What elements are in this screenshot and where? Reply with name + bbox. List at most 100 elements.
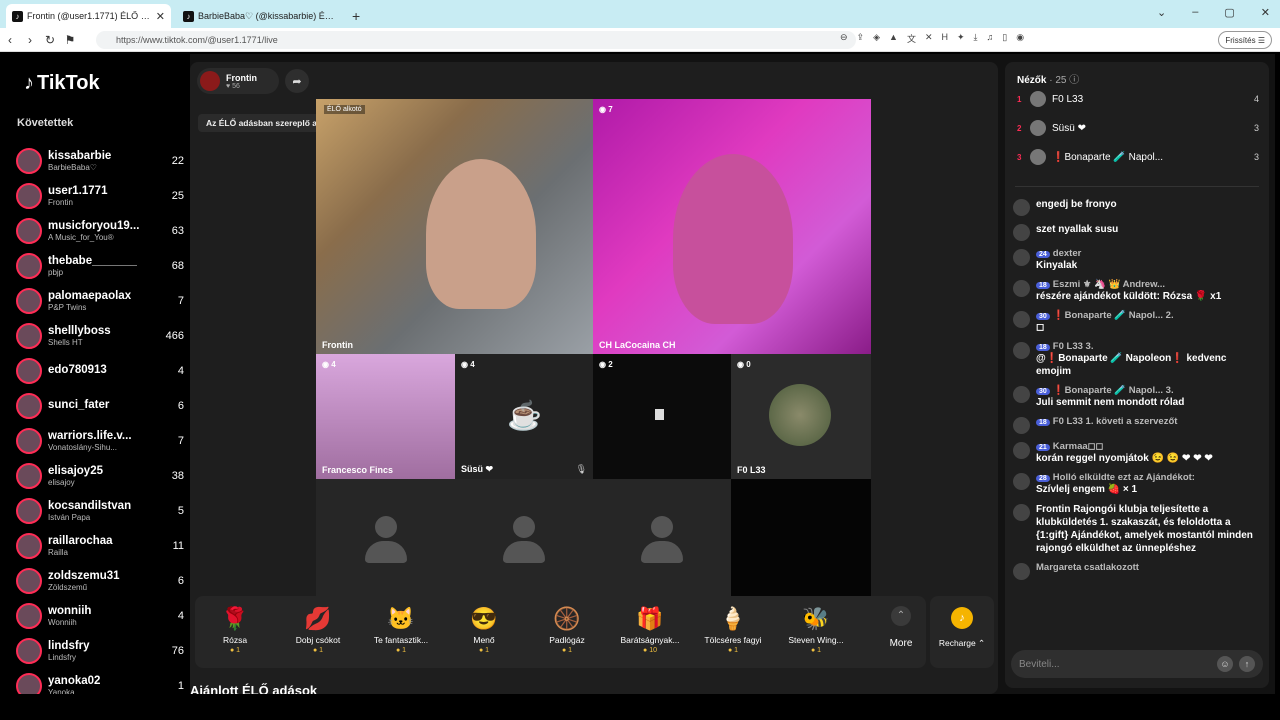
url-field[interactable]: https://www.tiktok.com/@user1.1771/live — [96, 31, 856, 49]
empty-seat[interactable] — [593, 479, 731, 601]
guest-cell-lacocaina[interactable]: ◉ 7 CH LaCocaina CH — [593, 99, 871, 354]
host-avatar[interactable] — [200, 71, 220, 91]
more-gifts-button[interactable]: ⌃ More — [876, 596, 926, 668]
maximize-icon[interactable]: ▢ — [1224, 6, 1234, 19]
chat-message[interactable]: Margareta csatlakozott — [1013, 562, 1261, 580]
guest-cell-susu[interactable]: ◉ 4 ☕ Süsü ❤ 🎙 — [455, 354, 593, 479]
gift-item[interactable]: 🐝 Steven Wing... ● 1 — [776, 596, 856, 668]
minimize-icon[interactable]: – — [1192, 6, 1198, 19]
chat-message[interactable]: 24 dexter Kinyalak — [1013, 248, 1261, 272]
following-item[interactable]: zoldszemu31 Zöldszemű 6 — [16, 563, 184, 598]
following-item[interactable]: musicforyou19... A Music_for_You® 63 — [16, 213, 184, 248]
chat-text: Frontin Rajongói klubja teljesítette a k… — [1036, 504, 1253, 554]
coin-icon: ♪ — [951, 607, 973, 629]
chat-message[interactable]: 18 Eszmi ⚜ 🦄 👑 Andrew... részére ajándékot… — [1013, 279, 1261, 303]
chat-message[interactable]: 18 F0 L33 1. követi a szervezőt — [1013, 416, 1261, 434]
following-item[interactable]: kocsandilstvan István Papa 5 — [16, 493, 184, 528]
bookmark-icon[interactable]: ⚑ — [60, 33, 80, 47]
chat-message[interactable]: engedj be fronyo — [1013, 198, 1261, 216]
reload-button[interactable]: ↻ — [40, 33, 60, 47]
forward-button[interactable]: › — [20, 33, 40, 47]
puzzle-icon[interactable]: ✦ — [957, 32, 965, 45]
zoom-icon[interactable]: ⊖ — [840, 32, 848, 45]
empty-seat[interactable] — [731, 479, 871, 601]
avatar — [1013, 342, 1030, 359]
viewer-count: 6 — [177, 399, 184, 412]
gift-item[interactable]: 🛞 Padlógáz ● 1 — [527, 596, 607, 668]
top-viewer-row[interactable]: 2 Süsü ❤ 3 — [1017, 118, 1259, 138]
host-pill[interactable]: Frontin ♥ 56 — [197, 68, 279, 94]
following-name: kissabarbie — [48, 149, 112, 162]
guest-cell-frontin[interactable]: ÉLŐ alkotó Frontin — [316, 99, 593, 354]
coffee-cup-icon: ☕ — [507, 400, 542, 431]
tiktok-logo[interactable]: ♪ TikTok — [24, 72, 100, 95]
chat-message[interactable]: 21 Karmaa◻◻ korán reggel nyomjátok 😉 😉 ❤ ❤… — [1013, 441, 1261, 465]
top-viewer-row[interactable]: 3 ❗Bonaparte 🧪 Napol... 3 — [1017, 147, 1259, 167]
extension-icon[interactable]: ✕ — [925, 32, 933, 45]
new-tab-button[interactable]: + — [352, 8, 360, 24]
gift-item[interactable]: 🎁 Barátságnyak... ● 10 — [610, 596, 690, 668]
chat-message[interactable]: 28 Holló elküldte ezt az Ajándékot: Szívle… — [1013, 472, 1261, 496]
back-button[interactable]: ‹ — [0, 33, 20, 47]
viewer-count: 6 — [177, 574, 184, 587]
sidebar-icon[interactable]: ▯ — [1002, 32, 1007, 45]
browser-tab-1[interactable]: ♪ Frontin (@user1.1771) ÉLŐ adás ✕ — [6, 4, 171, 28]
following-item[interactable]: edo780913 4 — [16, 353, 184, 388]
level-badge: 18 — [1036, 282, 1050, 289]
following-item[interactable]: thebabe_______ pbjp 68 — [16, 248, 184, 283]
recommended-title: Ajánlott ÉLŐ adások — [190, 683, 318, 694]
profile-icon[interactable]: ◉ — [1016, 32, 1024, 45]
following-item[interactable]: user1.1771 Frontin 25 — [16, 178, 184, 213]
avatar — [16, 637, 42, 664]
music-icon[interactable]: ♫ — [987, 32, 994, 45]
following-item[interactable]: palomaepaolax P&P Twins 7 — [16, 283, 184, 318]
refresh-button[interactable]: Frissítés ☰ — [1218, 31, 1272, 49]
gift-item[interactable]: 🍦 Tölcséres fagyi ● 1 — [693, 596, 773, 668]
chat-message[interactable]: 30 ❗Bonaparte 🧪 Napol... 3. Juli semmit ne… — [1013, 385, 1261, 409]
viewer-score: 3 — [1253, 152, 1259, 162]
hls-icon[interactable]: H — [942, 32, 949, 45]
following-item[interactable]: sunci_fater 6 — [16, 388, 184, 423]
gift-item[interactable]: 🐱 Te fantasztik... ● 1 — [361, 596, 441, 668]
guest-cell-francesco[interactable]: ◉ 4 Francesco Fincs — [316, 354, 455, 479]
following-sub: Lindsfry — [48, 652, 77, 662]
following-item[interactable]: lindsfry Lindsfry 76 — [16, 633, 184, 668]
recharge-button[interactable]: ♪ Recharge ⌃ — [930, 596, 994, 668]
close-window-icon[interactable]: ✕ — [1261, 6, 1270, 19]
following-item[interactable]: warriors.life.v... Vonatoslány-Sihu... 7 — [16, 423, 184, 458]
chevron-down-icon[interactable]: ⌄ — [1157, 6, 1166, 19]
alert-icon[interactable]: ▲ — [889, 32, 898, 45]
shield-icon[interactable]: ◈ — [873, 32, 880, 45]
empty-seat[interactable] — [455, 479, 593, 601]
level-badge: 30 — [1036, 388, 1050, 395]
empty-seat[interactable] — [316, 479, 455, 601]
guest-cell-3[interactable]: ◉ 2 — [593, 354, 731, 479]
share-icon[interactable]: ⇪ — [857, 32, 865, 45]
share-button[interactable]: ➦ — [285, 69, 309, 93]
top-viewer-row[interactable]: 1 F0 L33 4 — [1017, 89, 1259, 109]
following-item[interactable]: wonniih Wonniih 4 — [16, 598, 184, 633]
download-icon[interactable]: ⤓ — [974, 32, 978, 45]
emoji-icon[interactable]: ☺ — [1217, 656, 1233, 672]
following-item[interactable]: shelllyboss Shells HT 466 — [16, 318, 184, 353]
gift-item[interactable]: 😎 Menő ● 1 — [444, 596, 524, 668]
browser-tab-2[interactable]: ♪ BarbieBaba♡ (@kissabarbie) ÉLŐ — [177, 4, 342, 28]
chat-message[interactable]: 18 F0 L33 3. @❗Bonaparte 🧪 Napoleon❗ kedve… — [1013, 341, 1261, 378]
chat-message[interactable]: 30 ❗Bonaparte 🧪 Napol... 2. ◻ — [1013, 310, 1261, 334]
following-item[interactable]: raillarochaa Railla 11 — [16, 528, 184, 563]
following-item[interactable]: kissabarbie BarbieBaba♡ 22 — [16, 143, 184, 178]
gift-name: Padlógáz — [549, 635, 585, 645]
gift-item[interactable]: 💋 Dobj csókot ● 1 — [278, 596, 358, 668]
chat-message[interactable]: szet nyallak susu — [1013, 223, 1261, 241]
viewers-title[interactable]: Nézők · 25 ⓘ — [1017, 71, 1079, 86]
translate-icon[interactable]: 文 — [907, 32, 916, 45]
chat-message[interactable]: Frontin Rajongói klubja teljesítette a k… — [1013, 503, 1261, 555]
send-icon[interactable]: ↑ — [1239, 656, 1255, 672]
gift-item[interactable]: 🌹 Rózsa ● 1 — [195, 596, 275, 668]
guest-cell-f0l33[interactable]: ◉ 0 F0 L33 — [731, 354, 871, 479]
chat-input[interactable] — [1019, 658, 1211, 670]
close-tab-icon[interactable]: ✕ — [156, 10, 165, 23]
avatar — [16, 287, 42, 314]
following-item[interactable]: yanoka02 Yanoka 1 — [16, 668, 184, 694]
following-item[interactable]: elisajoy25 elisajoy 38 — [16, 458, 184, 493]
